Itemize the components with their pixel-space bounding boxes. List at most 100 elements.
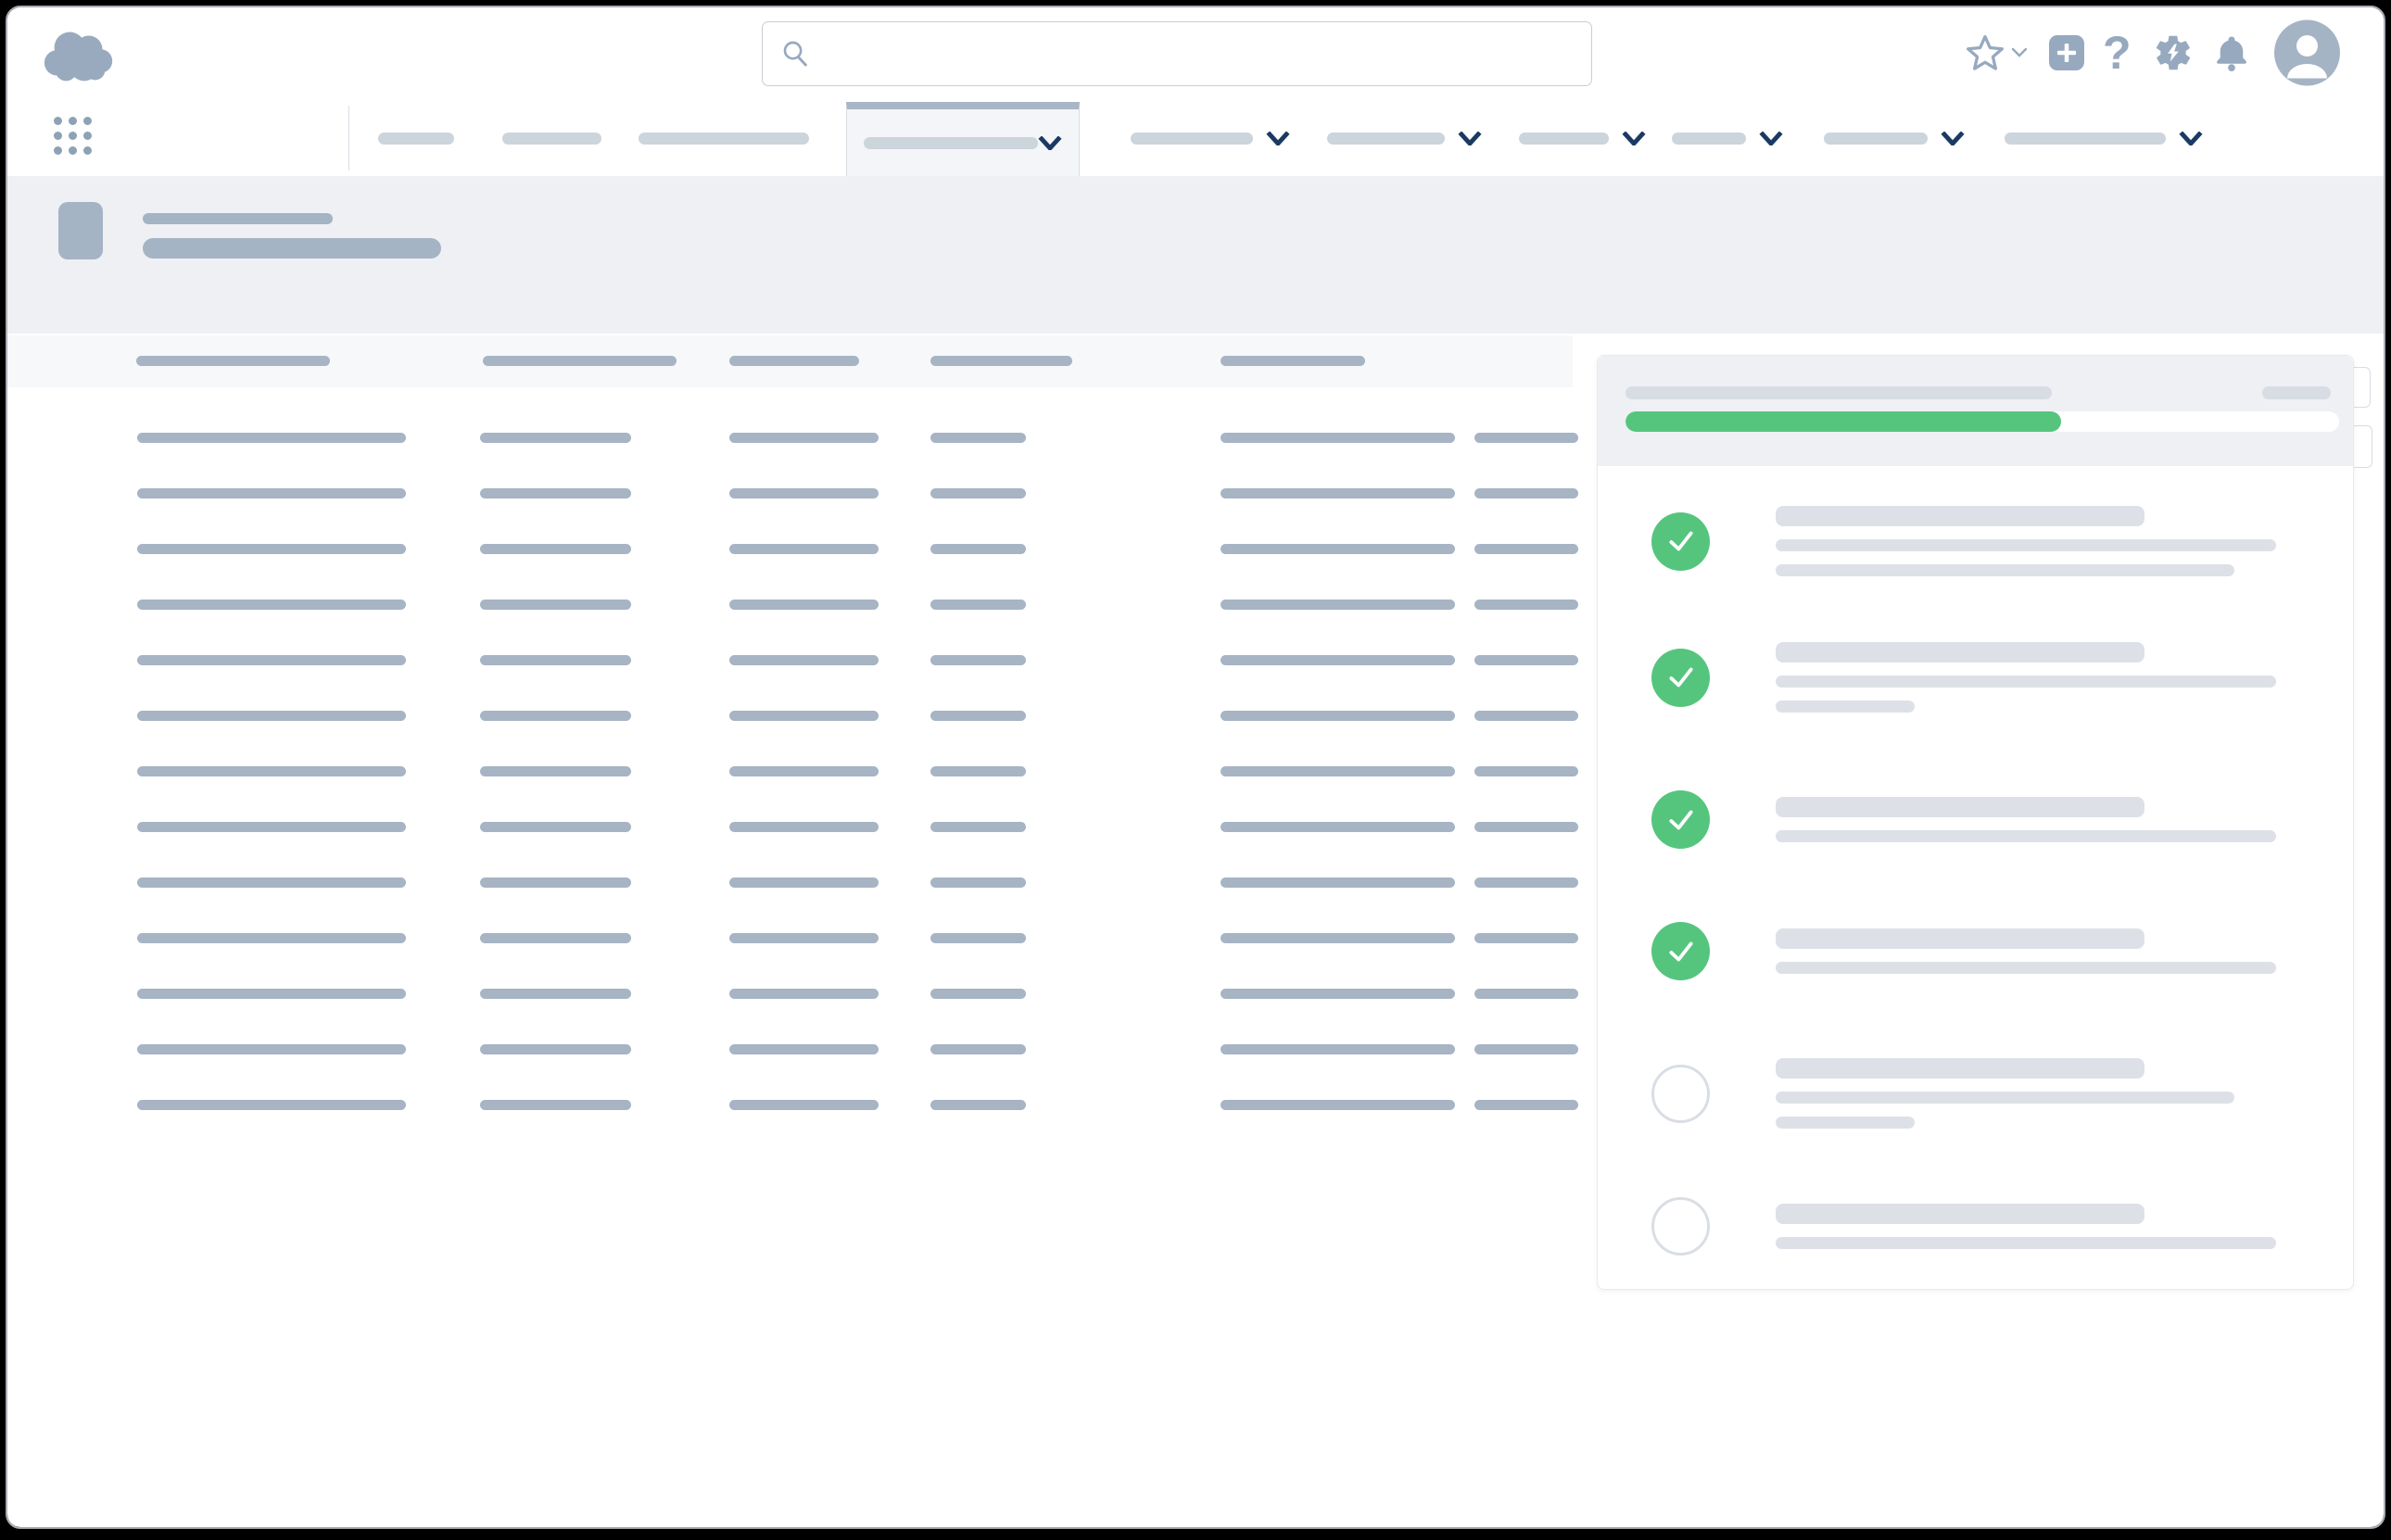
table-row — [7, 711, 1592, 721]
assistant-panel — [1597, 355, 2354, 1290]
cell-placeholder — [1474, 544, 1578, 554]
cell-placeholder — [137, 711, 406, 721]
cell-placeholder — [930, 600, 1026, 610]
favorites-star-icon[interactable] — [1965, 32, 2005, 73]
cell-placeholder — [1474, 989, 1578, 999]
column-header-placeholder — [136, 356, 330, 366]
nav-item-placeholder — [639, 133, 809, 145]
notifications-bell-icon[interactable] — [2212, 33, 2251, 72]
cell-placeholder — [729, 600, 879, 610]
step-text-placeholders — [1776, 797, 2276, 842]
page-subtitle-placeholder — [143, 238, 441, 259]
cell-placeholder — [137, 655, 406, 665]
step-incomplete-circle[interactable] — [1651, 1065, 1710, 1123]
cell-placeholder — [729, 1100, 879, 1110]
column-header-placeholder — [729, 356, 859, 366]
cell-placeholder — [930, 1100, 1026, 1110]
step-text-placeholder — [1776, 1058, 2144, 1079]
step-text-placeholder — [1776, 1117, 1915, 1129]
cell-placeholder — [729, 877, 879, 888]
nav-tab[interactable] — [378, 100, 454, 176]
table-row — [7, 1100, 1592, 1110]
nav-tab[interactable] — [2005, 100, 2203, 176]
cell-placeholder — [137, 933, 406, 943]
step-complete-check-icon[interactable] — [1651, 649, 1710, 707]
step-text-placeholders — [1776, 1058, 2234, 1129]
step-complete-check-icon[interactable] — [1651, 512, 1710, 571]
global-header: ? — [7, 7, 2384, 101]
step-incomplete-circle[interactable] — [1651, 1197, 1710, 1256]
nav-tab[interactable] — [1672, 100, 1783, 176]
cell-placeholder — [1474, 933, 1578, 943]
chevron-down-icon — [1458, 132, 1482, 145]
nav-tab[interactable] — [1519, 100, 1646, 176]
cell-placeholder — [480, 822, 631, 832]
cell-placeholder — [1221, 711, 1455, 721]
step-text-placeholder — [1776, 1204, 2144, 1224]
step-text-placeholder — [1776, 797, 2144, 817]
step-text-placeholder — [1776, 564, 2234, 576]
table-row — [7, 655, 1592, 665]
cell-placeholder — [137, 488, 406, 499]
cell-placeholder — [930, 711, 1026, 721]
nav-item-placeholder — [378, 133, 454, 145]
nav-bar — [7, 100, 2384, 177]
nav-item-placeholder — [2005, 133, 2166, 145]
cell-placeholder — [1221, 933, 1455, 943]
nav-tab[interactable] — [502, 100, 601, 176]
cell-placeholder — [729, 822, 879, 832]
nav-tab[interactable] — [1327, 100, 1482, 176]
cell-placeholder — [1221, 822, 1455, 832]
cloud-logo-icon — [39, 26, 120, 88]
table-row — [7, 933, 1592, 943]
favorites-chevron-icon[interactable] — [2011, 47, 2028, 58]
setup-step — [1651, 1058, 2234, 1129]
cell-placeholder — [930, 822, 1026, 832]
cell-placeholder — [930, 488, 1026, 499]
cell-placeholder — [480, 433, 631, 443]
step-text-placeholder — [1776, 642, 2144, 663]
step-text-placeholder — [1776, 539, 2276, 551]
cell-placeholder — [1474, 766, 1578, 776]
cell-placeholder — [1474, 1100, 1578, 1110]
step-complete-check-icon[interactable] — [1651, 790, 1710, 849]
setup-gear-icon[interactable] — [2153, 32, 2194, 73]
cell-placeholder — [1221, 1044, 1455, 1054]
cell-placeholder — [930, 989, 1026, 999]
nav-tab[interactable] — [1131, 100, 1290, 176]
cell-placeholder — [1221, 1100, 1455, 1110]
chevron-down-icon — [1941, 132, 1965, 145]
setup-step — [1651, 642, 2276, 713]
setup-step — [1651, 922, 2276, 980]
chevron-down-icon — [1759, 132, 1783, 145]
step-text-placeholders — [1776, 506, 2276, 576]
cell-placeholder — [1474, 1044, 1578, 1054]
cell-placeholder — [729, 989, 879, 999]
setup-step — [1651, 1197, 2276, 1256]
cell-placeholder — [1221, 655, 1455, 665]
search-input[interactable] — [811, 22, 1591, 85]
nav-item-placeholder — [864, 137, 1038, 149]
nav-tab[interactable] — [1824, 100, 1965, 176]
app-window: ? — [7, 7, 2384, 1527]
column-header-placeholder — [1221, 356, 1365, 366]
avatar[interactable] — [2274, 20, 2340, 86]
table-row — [7, 488, 1592, 499]
cell-placeholder — [1221, 877, 1455, 888]
cell-placeholder — [1221, 600, 1455, 610]
cell-placeholder — [930, 544, 1026, 554]
cell-placeholder — [1474, 433, 1578, 443]
step-complete-check-icon[interactable] — [1651, 922, 1710, 980]
help-icon[interactable]: ? — [2103, 30, 2132, 76]
step-text-placeholders — [1776, 928, 2276, 974]
nav-tab[interactable] — [639, 100, 809, 176]
add-icon[interactable] — [2049, 35, 2084, 70]
nav-tab-active[interactable] — [846, 102, 1080, 176]
cell-placeholder — [1474, 877, 1578, 888]
nav-item-placeholder — [1519, 133, 1609, 145]
chevron-down-icon — [2179, 132, 2203, 145]
cell-placeholder — [729, 544, 879, 554]
cell-placeholder — [137, 1100, 406, 1110]
step-text-placeholder — [1776, 701, 1915, 713]
cell-placeholder — [1221, 544, 1455, 554]
